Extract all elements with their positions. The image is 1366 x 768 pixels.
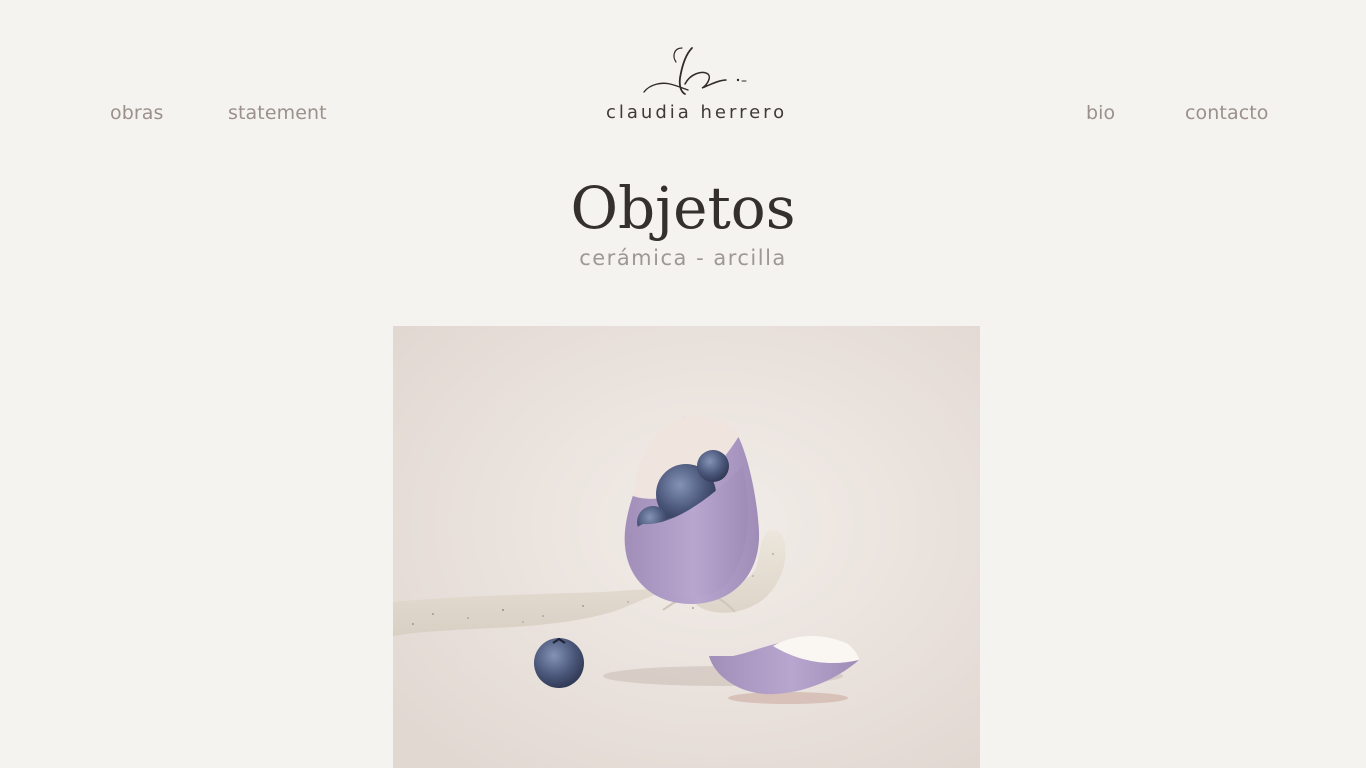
- nav-link-contacto[interactable]: contacto: [1185, 100, 1269, 126]
- logo-wordmark: claudia herrero: [606, 102, 788, 123]
- signature-logo-icon: [643, 47, 747, 95]
- nav-link-statement[interactable]: statement: [228, 100, 327, 126]
- site-logo[interactable]: claudia herrero: [606, 40, 786, 130]
- page-subtitle: cerámica - arcilla: [579, 246, 787, 270]
- artwork-image[interactable]: [393, 326, 980, 768]
- nav-link-bio[interactable]: bio: [1086, 100, 1115, 126]
- page-title: Objetos: [570, 174, 796, 242]
- nav-link-obras[interactable]: obras: [110, 100, 164, 126]
- ceramic-hand-egg-blueberries-image: [393, 326, 980, 768]
